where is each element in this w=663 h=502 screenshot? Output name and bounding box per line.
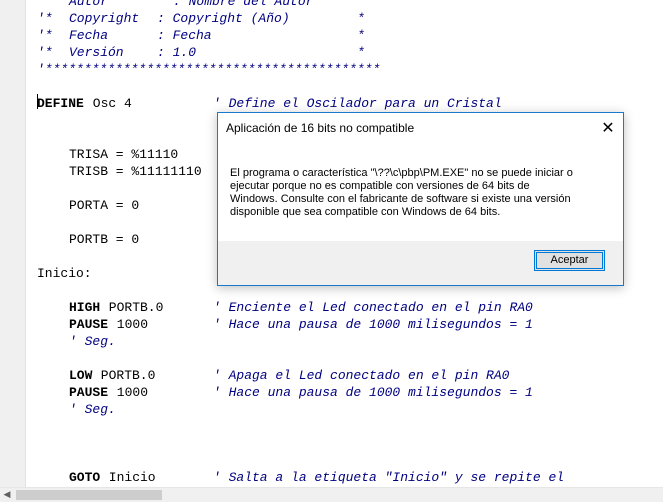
code-line[interactable]: PAUSE 1000 ' Hace una pausa de 1000 milis… [37, 384, 663, 401]
code-text: PORTB.0 [93, 368, 156, 383]
dialog-titlebar[interactable]: Aplicación de 16 bits no compatible ✕ [218, 113, 623, 143]
code-text: TRISB = %11111110 [69, 164, 202, 179]
code-line[interactable]: '* Copyright : Copyright (Año) * [37, 10, 663, 27]
code-comment: ' Enciente el Led conectado en el pin RA… [213, 300, 533, 315]
code-keyword: LOW [69, 368, 93, 383]
code-comment: Fecha [69, 28, 109, 43]
code-line[interactable]: HIGH PORTB.0 ' Enciente el Led conectado … [37, 299, 663, 316]
code-comment: ' Seg. [69, 334, 116, 349]
code-comment: '* [37, 28, 61, 43]
code-text: Inicio: [37, 266, 92, 281]
code-comment: ' Define el Oscilador para un Cristal [213, 96, 502, 111]
code-comment: : Copyright (Año) [157, 11, 290, 26]
code-comment: ' Salta a la etiqueta "Inicio" y se repi… [213, 470, 565, 485]
code-keyword: GOTO [69, 470, 101, 485]
code-line[interactable]: '* Fecha : Fecha * [37, 27, 663, 44]
code-text: TRISA = %11110 [69, 147, 179, 162]
incompatible-app-dialog: Aplicación de 16 bits no compatible ✕ El… [217, 112, 624, 286]
code-line[interactable] [37, 78, 663, 95]
code-comment: ' Seg. [69, 402, 116, 417]
code-comment: '***************************************… [37, 62, 381, 77]
code-keyword: DEFINE [37, 96, 84, 111]
code-line[interactable]: ' Seg. [37, 333, 663, 350]
accept-button[interactable]: Aceptar [534, 250, 605, 271]
code-comment: ' Hace una pausa de 1000 milisegundos = … [213, 385, 533, 400]
dialog-message-line: El programa o característica "\??\c\pbp\… [230, 167, 573, 179]
code-comment: * [357, 11, 365, 26]
code-comment: ' Hace una pausa de 1000 milisegundos = … [213, 317, 533, 332]
code-line[interactable]: '***************************************… [37, 61, 663, 78]
code-comment: * [357, 0, 365, 9]
code-comment: '* [37, 45, 61, 60]
code-keyword: PAUSE [69, 385, 109, 400]
dialog-content: El programa o característica "\??\c\pbp\… [218, 143, 623, 241]
close-icon[interactable]: ✕ [593, 113, 623, 143]
code-comment: ' Apaga el Led conectado en el pin RA0 [213, 368, 510, 383]
code-text: 1000 [109, 317, 149, 332]
code-keyword: HIGH [69, 300, 101, 315]
code-comment: * [357, 45, 365, 60]
code-comment: Autor [69, 0, 109, 9]
code-comment: * [357, 28, 365, 43]
dialog-message-line: ejecutar porque no es compatible con ver… [230, 180, 530, 192]
code-line[interactable]: '* Autor : Nombre del Autor * [37, 0, 663, 10]
dialog-message: El programa o característica "\??\c\pbp\… [230, 167, 602, 219]
code-line[interactable] [37, 350, 663, 367]
code-text: Inicio [101, 470, 156, 485]
code-text: 1000 [109, 385, 149, 400]
editor-gutter [0, 0, 26, 502]
code-comment: : 1.0 [157, 45, 197, 60]
code-line[interactable] [37, 435, 663, 452]
scrollbar-thumb[interactable] [16, 490, 162, 500]
code-keyword: PAUSE [69, 317, 109, 332]
code-comment: Copyright [69, 11, 140, 26]
code-line[interactable] [37, 418, 663, 435]
code-line[interactable]: '* Versión : 1.0 * [37, 44, 663, 61]
horizontal-scrollbar[interactable]: ◀ [0, 487, 663, 502]
text-caret [37, 94, 38, 109]
code-line[interactable]: ' Seg. [37, 401, 663, 418]
code-line[interactable] [37, 452, 663, 469]
code-line[interactable]: GOTO Inicio ' Salta a la etiqueta "Inicio… [37, 469, 663, 486]
dialog-message-line: disponible que sea compatible con Window… [230, 206, 501, 218]
code-line[interactable]: PAUSE 1000 ' Hace una pausa de 1000 milis… [37, 316, 663, 333]
code-line[interactable]: DEFINE Osc 4 ' Define el Oscilador para u… [37, 95, 663, 112]
code-comment: : Nombre del Autor [173, 0, 314, 9]
code-comment: '* [37, 11, 61, 26]
code-text: PORTB.0 [101, 300, 164, 315]
dialog-title: Aplicación de 16 bits no compatible [226, 121, 415, 135]
code-comment: Versión [69, 45, 124, 60]
code-line[interactable]: LOW PORTB.0 ' Apaga el Led conectado en e… [37, 367, 663, 384]
code-text: PORTA = 0 [69, 198, 140, 213]
code-text: Osc 4 [85, 96, 132, 111]
dialog-message-line: Windows. Consulte con el fabricante de s… [230, 193, 571, 205]
code-text: PORTB = 0 [69, 232, 140, 247]
scroll-left-arrow-icon[interactable]: ◀ [0, 488, 14, 502]
code-comment: '* [37, 0, 61, 9]
code-comment: : Fecha [157, 28, 212, 43]
